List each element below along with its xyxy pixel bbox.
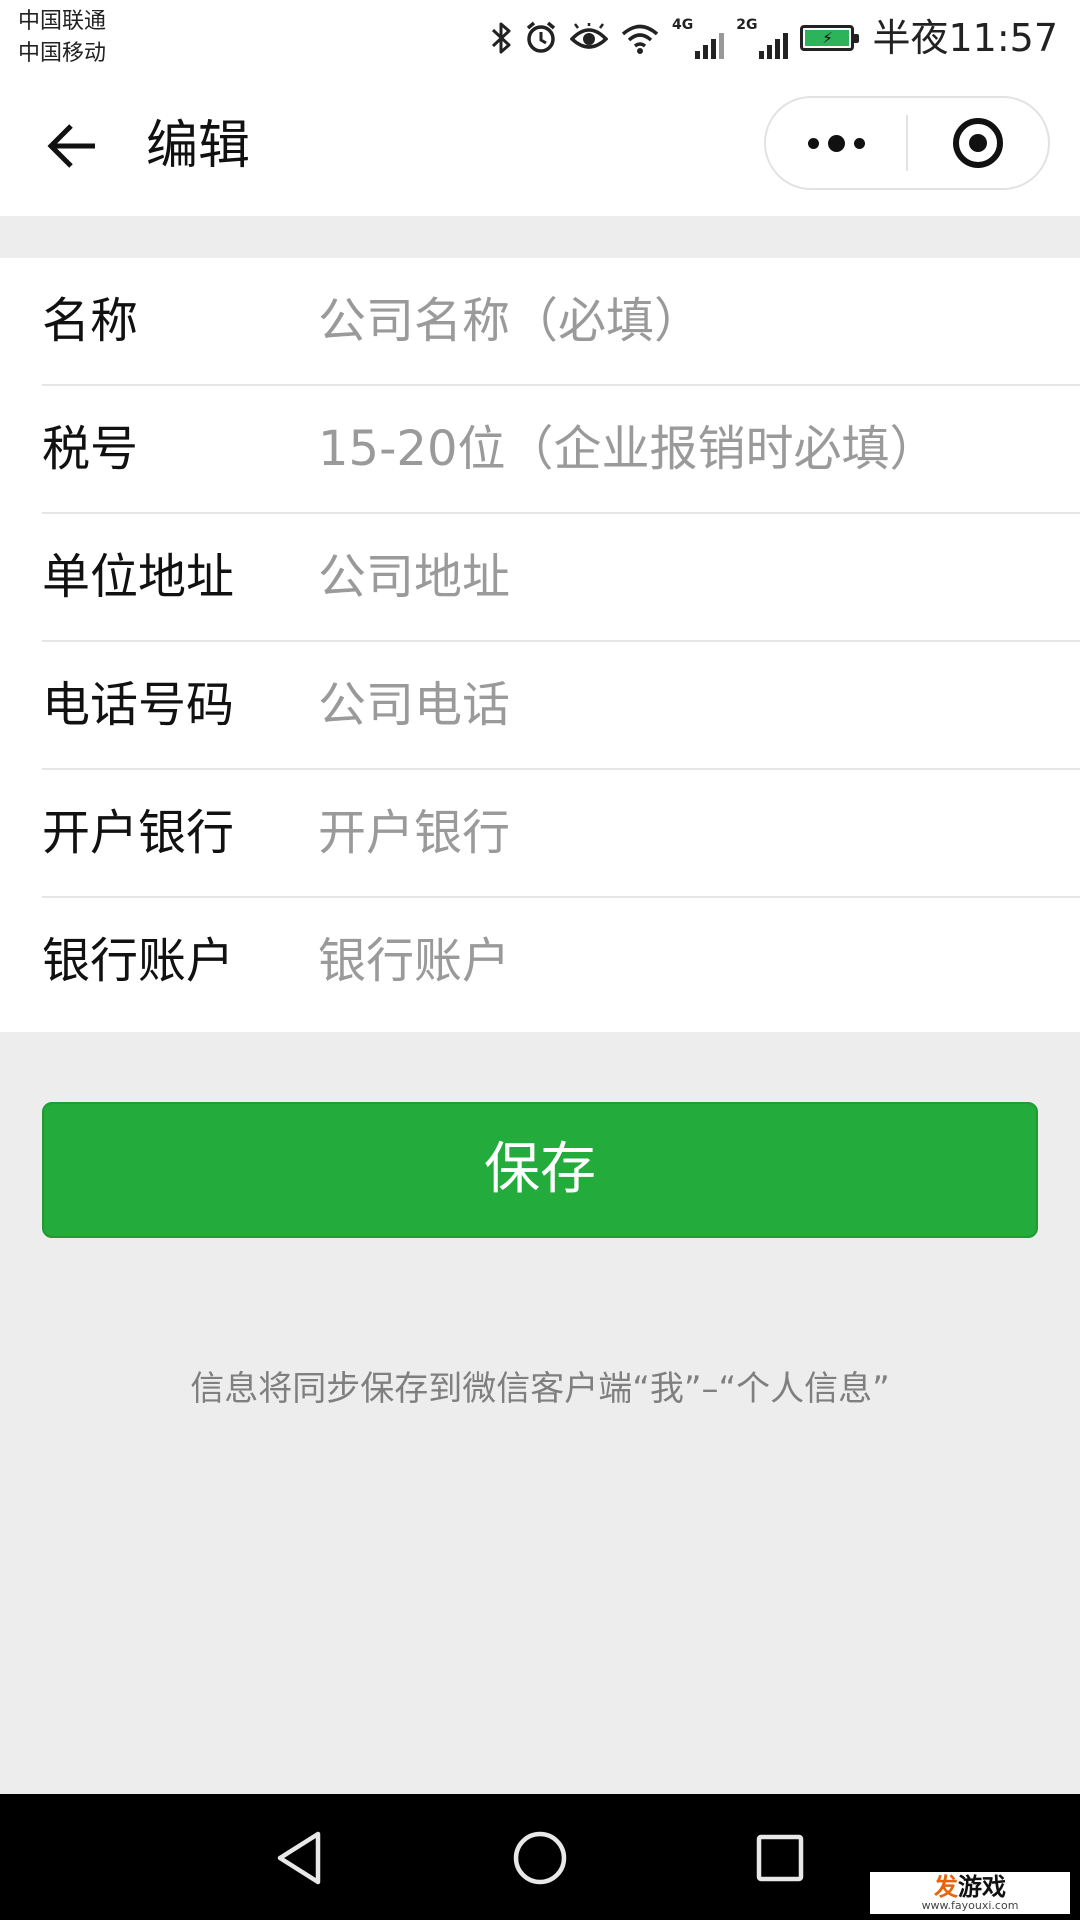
system-recents-button[interactable]: [740, 1822, 820, 1894]
battery-charging-icon: ⚡: [800, 25, 860, 51]
company-name-input[interactable]: [318, 276, 1058, 366]
tax-id-input[interactable]: [318, 404, 1058, 494]
signal-4g-icon: 4G: [672, 17, 725, 59]
arrow-left-icon: [47, 124, 95, 168]
watermark-url: www.fayouxi.com: [921, 1899, 1019, 1912]
name-label: 名称: [42, 293, 139, 349]
phone-label: 电话号码: [42, 677, 235, 733]
alarm-icon: [526, 21, 556, 53]
network-4g-label: 4G: [672, 17, 694, 33]
close-button[interactable]: [908, 98, 1048, 188]
carrier-1: 中国联通: [18, 9, 107, 34]
status-time: 半夜11:57: [872, 16, 1058, 60]
form-row-tax-id: 税号: [42, 386, 1080, 514]
form-row-address: 单位地址: [42, 514, 1080, 642]
carrier-info: 中国联通 中国移动: [18, 6, 106, 70]
system-home-button[interactable]: [500, 1822, 580, 1894]
company-phone-input[interactable]: [318, 660, 1058, 750]
invoice-form: 名称 税号 单位地址 电话号码 开户银行 银行账户: [0, 258, 1080, 1032]
account-label: 银行账户: [42, 933, 235, 989]
page-title: 编辑: [146, 116, 251, 176]
more-dots-icon: [807, 134, 865, 152]
miniprogram-capsule: [764, 96, 1050, 190]
address-label: 单位地址: [42, 549, 235, 605]
network-2g-label: 2G: [736, 17, 758, 33]
watermark-brand: 游戏: [958, 1873, 1006, 1901]
form-row-bank: 开户银行: [42, 770, 1080, 898]
triangle-back-icon: [277, 1831, 321, 1885]
square-recents-icon: [756, 1834, 804, 1882]
eye-icon: [570, 23, 609, 49]
bank-account-input[interactable]: [318, 916, 1058, 1006]
save-button[interactable]: 保存: [42, 1102, 1038, 1238]
signal-2g-icon: 2G: [736, 17, 789, 59]
target-circle-icon: [952, 118, 1003, 168]
bluetooth-icon: [491, 22, 511, 54]
system-back-button[interactable]: [260, 1822, 340, 1894]
status-bar: 中国联通 中国移动 4G 2G ⚡ 半夜11:57: [0, 0, 1080, 76]
company-address-input[interactable]: [318, 532, 1058, 622]
watermark-accent: 发: [934, 1873, 958, 1901]
form-row-account: 银行账户: [42, 898, 1080, 1032]
status-icons: 4G 2G ⚡ 半夜11:57: [490, 12, 1058, 64]
more-button[interactable]: [766, 98, 906, 188]
bank-name-input[interactable]: [318, 788, 1058, 878]
title-bar: 编辑: [0, 76, 1080, 216]
tax-id-label: 税号: [42, 421, 139, 477]
wifi-icon: [621, 24, 659, 54]
form-row-name: 名称: [42, 258, 1080, 386]
back-button[interactable]: [36, 110, 108, 182]
bank-label: 开户银行: [42, 805, 235, 861]
carrier-2: 中国移动: [18, 41, 107, 66]
circle-home-icon: [513, 1831, 567, 1885]
watermark-logo: 发游戏 www.fayouxi.com: [870, 1872, 1070, 1914]
form-row-phone: 电话号码: [42, 642, 1080, 770]
sync-note: 信息将同步保存到微信客户端“我”–“个人信息”: [190, 1369, 890, 1409]
